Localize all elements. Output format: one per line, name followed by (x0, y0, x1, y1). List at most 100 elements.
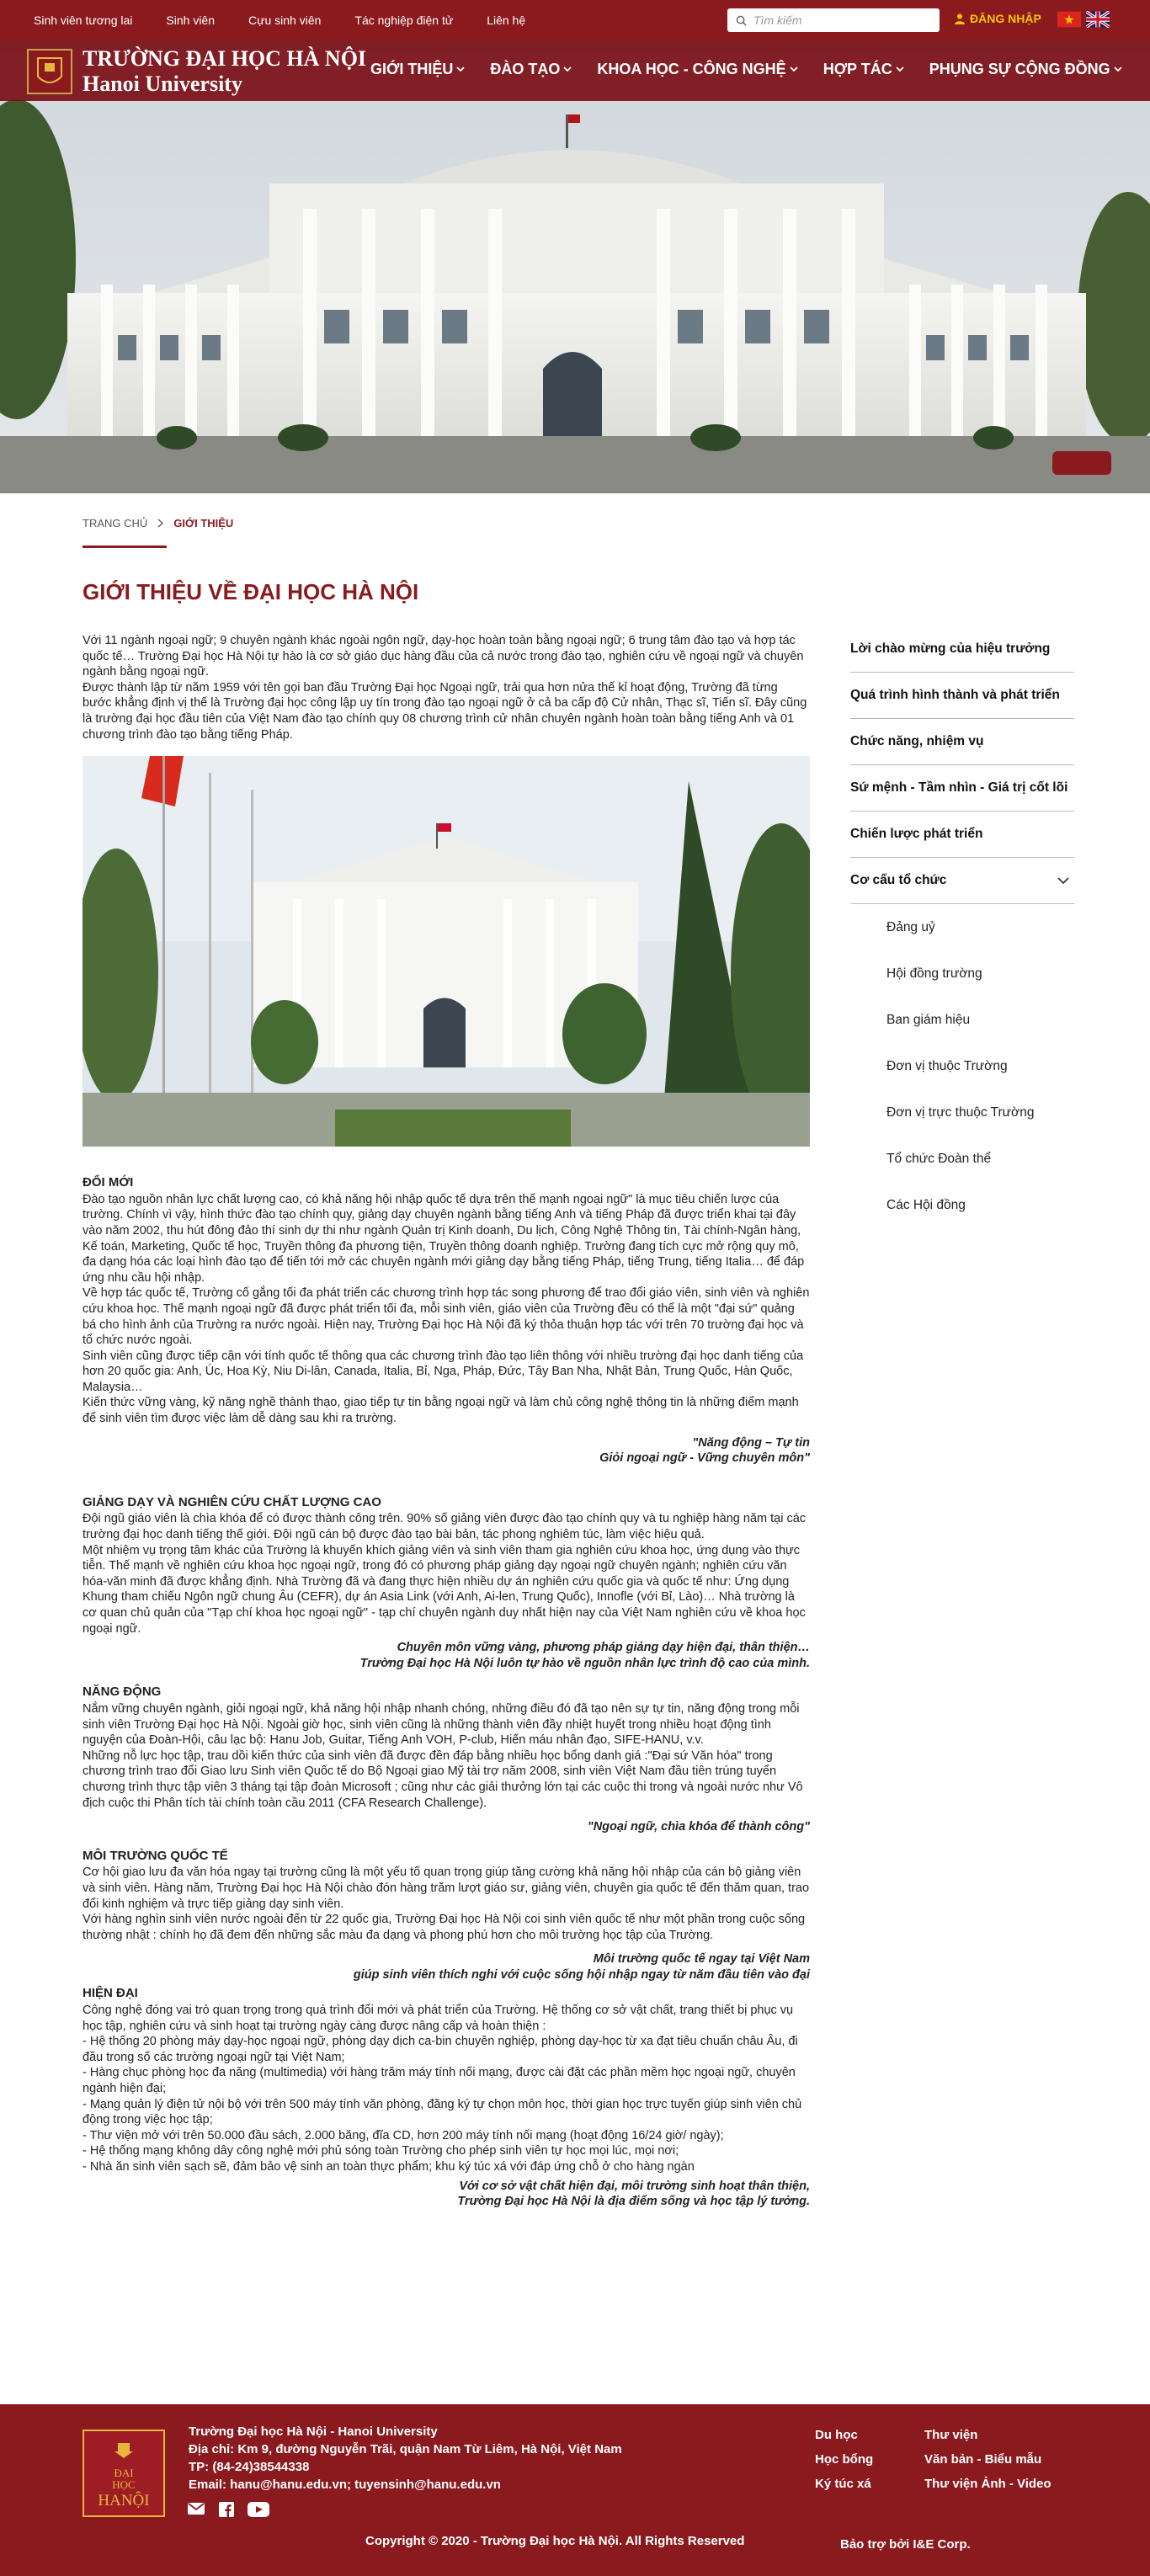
quote-line: Môi trường quốc tế ngay tại Việt Nam (593, 1952, 810, 1967)
sidebar-item-organization[interactable]: Cơ cấu tổ chức (850, 858, 1074, 904)
brand-name-vi: TRƯỜNG ĐẠI HỌC HÀ NỘI (83, 46, 367, 71)
menu-item-community-service[interactable]: PHỤNG SỰ CỘNG ĐỒNG (929, 61, 1122, 78)
hero-image (0, 40, 1150, 493)
section-paragraph: Về hợp tác quốc tế, Trường cố gắng tối đ… (83, 1286, 810, 1348)
section-heading-dynamic: NĂNG ĐỘNG (83, 1685, 162, 1700)
footer-link-dormitory[interactable]: Ký túc xá (815, 2472, 873, 2496)
footer-links-col1: Du học Học bổng Ký túc xá (815, 2423, 873, 2496)
top-links: Sinh viên tương lai Sinh viên Cựu sinh v… (34, 13, 525, 27)
footer-link-media-library[interactable]: Thư viện Ảnh - Video (924, 2472, 1052, 2496)
quote-line: Chuyên môn vững vàng, phương pháp giảng … (397, 1641, 810, 1655)
footer-seal-icon: ĐẠI HỌC HANỘI (98, 2443, 150, 2509)
footer-address: Địa chỉ: Km 9, đường Nguyễn Trãi, quận N… (189, 2442, 622, 2456)
footer-phone: TP: (84-24)38544338 (189, 2460, 310, 2474)
sidebar-item-label: Cơ cấu tổ chức (850, 873, 947, 887)
section-paragraph: Đào tạo nguồn nhân lực chất lượng cao, c… (83, 1192, 805, 1285)
chevron-down-icon (1114, 67, 1122, 72)
section-paragraph: - Hệ thống mạng không dây công nghệ mới … (83, 2144, 679, 2158)
footer-link-documents[interactable]: Văn bản - Biểu mẫu (924, 2447, 1052, 2472)
article-content: Với 11 ngành ngoại ngữ; 9 chuyên ngành k… (83, 633, 810, 2210)
campus-photo (83, 756, 810, 1147)
search-box[interactable] (727, 8, 940, 32)
section-paragraph: Kiến thức vững vàng, kỹ năng nghề thành … (83, 1396, 799, 1426)
sidebar-item-functions[interactable]: Chức năng, nhiệm vụ (850, 719, 1074, 765)
top-bar: Sinh viên tương lai Sinh viên Cựu sinh v… (0, 0, 1150, 40)
top-link-e-office[interactable]: Tác nghiệp điện tử (354, 13, 453, 27)
user-icon (955, 13, 965, 24)
sidebar-item-strategy[interactable]: Chiến lược phát triển (850, 812, 1074, 858)
section-heading-innovation: ĐỔI MỚI (83, 1175, 134, 1190)
top-link-students[interactable]: Sinh viên (166, 13, 215, 27)
mail-icon[interactable] (187, 2502, 205, 2515)
footer-link-study-abroad[interactable]: Du học (815, 2423, 873, 2447)
chevron-down-icon[interactable] (1057, 876, 1069, 885)
section-quote: Chuyên môn vững vàng, phương pháp giảng … (83, 1640, 810, 1671)
sidebar-subitem-board-of-rectors[interactable]: Ban giám hiệu (850, 997, 1074, 1043)
footer-email[interactable]: Email: hanu@hanu.edu.vn; tuyensinh@hanu.… (189, 2476, 622, 2494)
sidebar-subitem-affiliated-units[interactable]: Đơn vị trực thuộc Trường (850, 1089, 1074, 1136)
section-paragraph: Với hàng nghìn sinh viên nước ngoài đến … (83, 1913, 806, 1942)
top-link-alumni[interactable]: Cựu sinh viên (248, 13, 321, 27)
menu-item-introduction[interactable]: GIỚI THIỆU (370, 61, 465, 78)
sidebar-item-history[interactable]: Quá trình hình thành và phát triển (850, 673, 1074, 719)
footer-logo[interactable]: ĐẠI HỌC HANỘI (83, 2430, 165, 2517)
menu-item-training[interactable]: ĐÀO TẠO (490, 61, 572, 78)
sidebar-item-welcome[interactable]: Lời chào mừng của hiệu trưởng (850, 626, 1074, 673)
uk-flag-icon[interactable] (1086, 11, 1110, 28)
sidebar-subitem-unions[interactable]: Tổ chức Đoàn thể (850, 1136, 1074, 1182)
top-link-future-students[interactable]: Sinh viên tương lai (34, 13, 132, 27)
login-button[interactable]: ĐĂNG NHẬP (955, 12, 1041, 25)
sidebar-subitem-units[interactable]: Đơn vị thuộc Trường (850, 1043, 1074, 1089)
section-paragraph: Đội ngũ giáo viên là chìa khóa để có đượ… (83, 1512, 807, 1542)
section-paragraph: Những nỗ lực học tập, trau dồi kiến thức… (83, 1748, 803, 1810)
sidebar-menu: Lời chào mừng của hiệu trưởng Quá trình … (850, 626, 1074, 1228)
footer-contact-info: Trường Đại học Hà Nội - Hanoi University… (189, 2423, 622, 2494)
search-icon (736, 15, 747, 26)
sidebar-subitem-university-council[interactable]: Hội đồng trường (850, 950, 1074, 997)
sidebar-item-label: Chức năng, nhiệm vụ (850, 734, 984, 748)
menu-item-cooperation[interactable]: HỢP TÁC (823, 61, 904, 78)
quote-line: Trường Đại học Hà Nội là địa điểm sống v… (457, 2195, 810, 2209)
section-paragraph: - Hàng chục phòng học đa năng (multimedi… (83, 2066, 796, 2096)
footer-link-scholarship[interactable]: Học bổng (815, 2447, 873, 2472)
breadcrumb-current: GIỚI THIỆU (173, 517, 234, 530)
footer-logo-line: HỌC (112, 2478, 135, 2491)
section-paragraph: Sinh viên cũng được tiếp cận với tính qu… (83, 1349, 804, 1394)
menu-item-science-technology[interactable]: KHOA HỌC - CÔNG NGHỆ (597, 61, 798, 78)
language-switcher (1057, 11, 1110, 28)
section-paragraph: Một nhiệm vụ trọng tâm khác của Trường l… (83, 1543, 806, 1636)
sidebar-subitem-party-committee[interactable]: Đảng uỷ (850, 904, 1074, 950)
quote-line: giúp sinh viên thích nghi với cuộc sống … (353, 1967, 810, 1982)
hanu-logo[interactable] (27, 49, 72, 94)
breadcrumb-home[interactable]: TRANG CHỦ (83, 517, 147, 530)
section-heading-international: MÔI TRƯỜNG QUỐC TẾ (83, 1848, 228, 1863)
sidebar-item-mission-vision[interactable]: Sứ mệnh - Tầm nhìn - Giá trị cốt lõi (850, 765, 1074, 812)
menu-label: PHỤNG SỰ CỘNG ĐỒNG (929, 61, 1110, 77)
footer-logo-line: ĐẠI (114, 2467, 133, 2479)
youtube-icon[interactable] (248, 2502, 269, 2517)
main-nav: TRƯỜNG ĐẠI HỌC HÀ NỘI Hanoi University G… (0, 40, 1150, 101)
section-quote: Môi trường quốc tế ngay tại Việt Nam giú… (83, 1951, 810, 1983)
intro-paragraph: Được thành lập từ năm 1959 với tên gọi b… (83, 680, 807, 742)
quote-line: Với cơ sở vật chất hiện đại, môi trường … (459, 2179, 810, 2193)
menu-label: ĐÀO TẠO (490, 61, 561, 77)
footer-link-library[interactable]: Thư viện (924, 2423, 1052, 2447)
chevron-down-icon (790, 67, 798, 72)
vietnam-flag-icon[interactable] (1057, 11, 1081, 28)
footer: ĐẠI HỌC HANỘI Trường Đại học Hà Nội - Ha… (0, 2404, 1150, 2576)
breadcrumb-underline (83, 546, 167, 548)
section-paragraph: - Nhà ăn sinh viên sạch sẽ, đảm bảo vệ s… (83, 2160, 695, 2174)
section-heading-modern: HIỆN ĐẠI (83, 1986, 138, 2001)
section-quote: Với cơ sở vật chất hiện đại, môi trường … (83, 2179, 810, 2210)
sidebar-subitem-councils[interactable]: Các Hội đồng (850, 1182, 1074, 1228)
facebook-icon[interactable] (219, 2502, 234, 2517)
hero-building-illustration (0, 40, 1150, 493)
quote-line: Trường Đại học Hà Nội luôn tự hào về ngu… (359, 1656, 810, 1670)
brand-name[interactable]: TRƯỜNG ĐẠI HỌC HÀ NỘI Hanoi University (83, 46, 366, 97)
search-input[interactable] (753, 13, 922, 27)
top-link-contact[interactable]: Liên hệ (487, 13, 525, 27)
intro-paragraph: Với 11 ngành ngoại ngữ; 9 chuyên ngành k… (83, 634, 804, 679)
sidebar-item-label: Quá trình hình thành và phát triển (850, 688, 1060, 702)
section-paragraph: Công nghệ đóng vai trò quan trọng trong … (83, 2004, 794, 2033)
brand-name-en: Hanoi University (83, 72, 242, 96)
